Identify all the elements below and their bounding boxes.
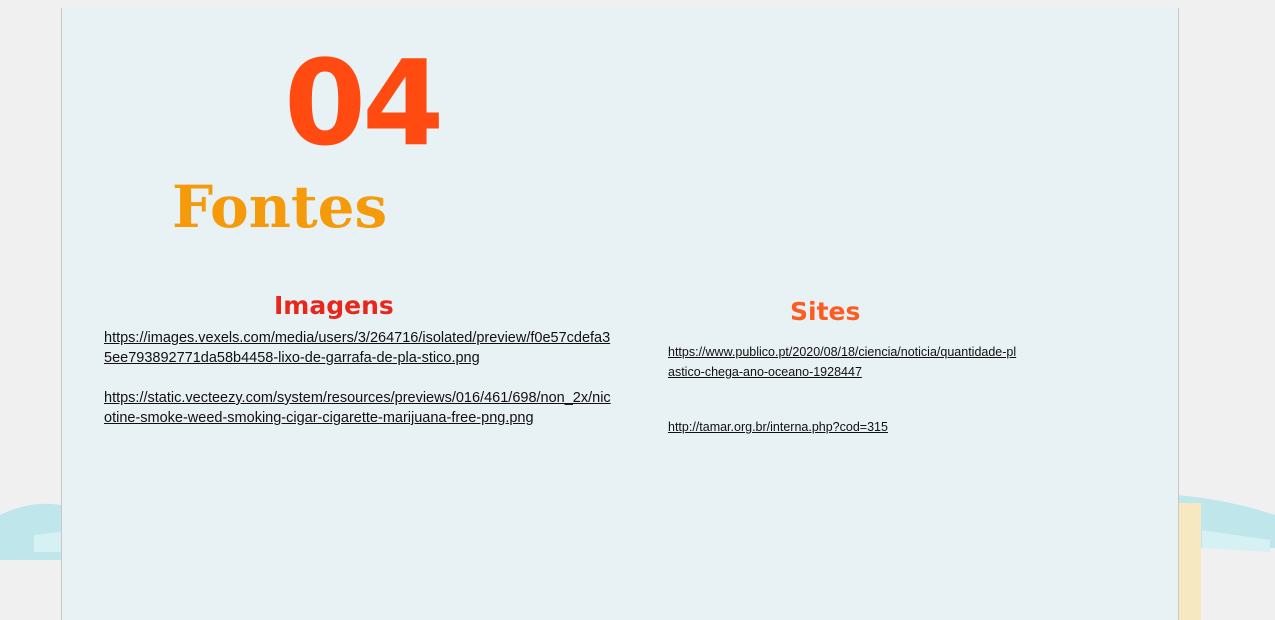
slide: 04 Fontes Imagens https://images.vexels.… bbox=[61, 8, 1179, 620]
site-source-link[interactable]: http://tamar.org.br/interna.php?cod=315 bbox=[668, 417, 1023, 437]
image-source-link[interactable]: https://static.vecteezy.com/system/resou… bbox=[104, 388, 614, 428]
sites-heading: Sites bbox=[790, 297, 861, 326]
images-heading: Imagens bbox=[274, 291, 394, 320]
site-source-link[interactable]: https://www.publico.pt/2020/08/18/cienci… bbox=[668, 342, 1023, 382]
section-number: 04 bbox=[284, 34, 444, 172]
image-source-link[interactable]: https://images.vexels.com/media/users/3/… bbox=[104, 328, 614, 368]
section-title: Fontes bbox=[172, 173, 388, 241]
